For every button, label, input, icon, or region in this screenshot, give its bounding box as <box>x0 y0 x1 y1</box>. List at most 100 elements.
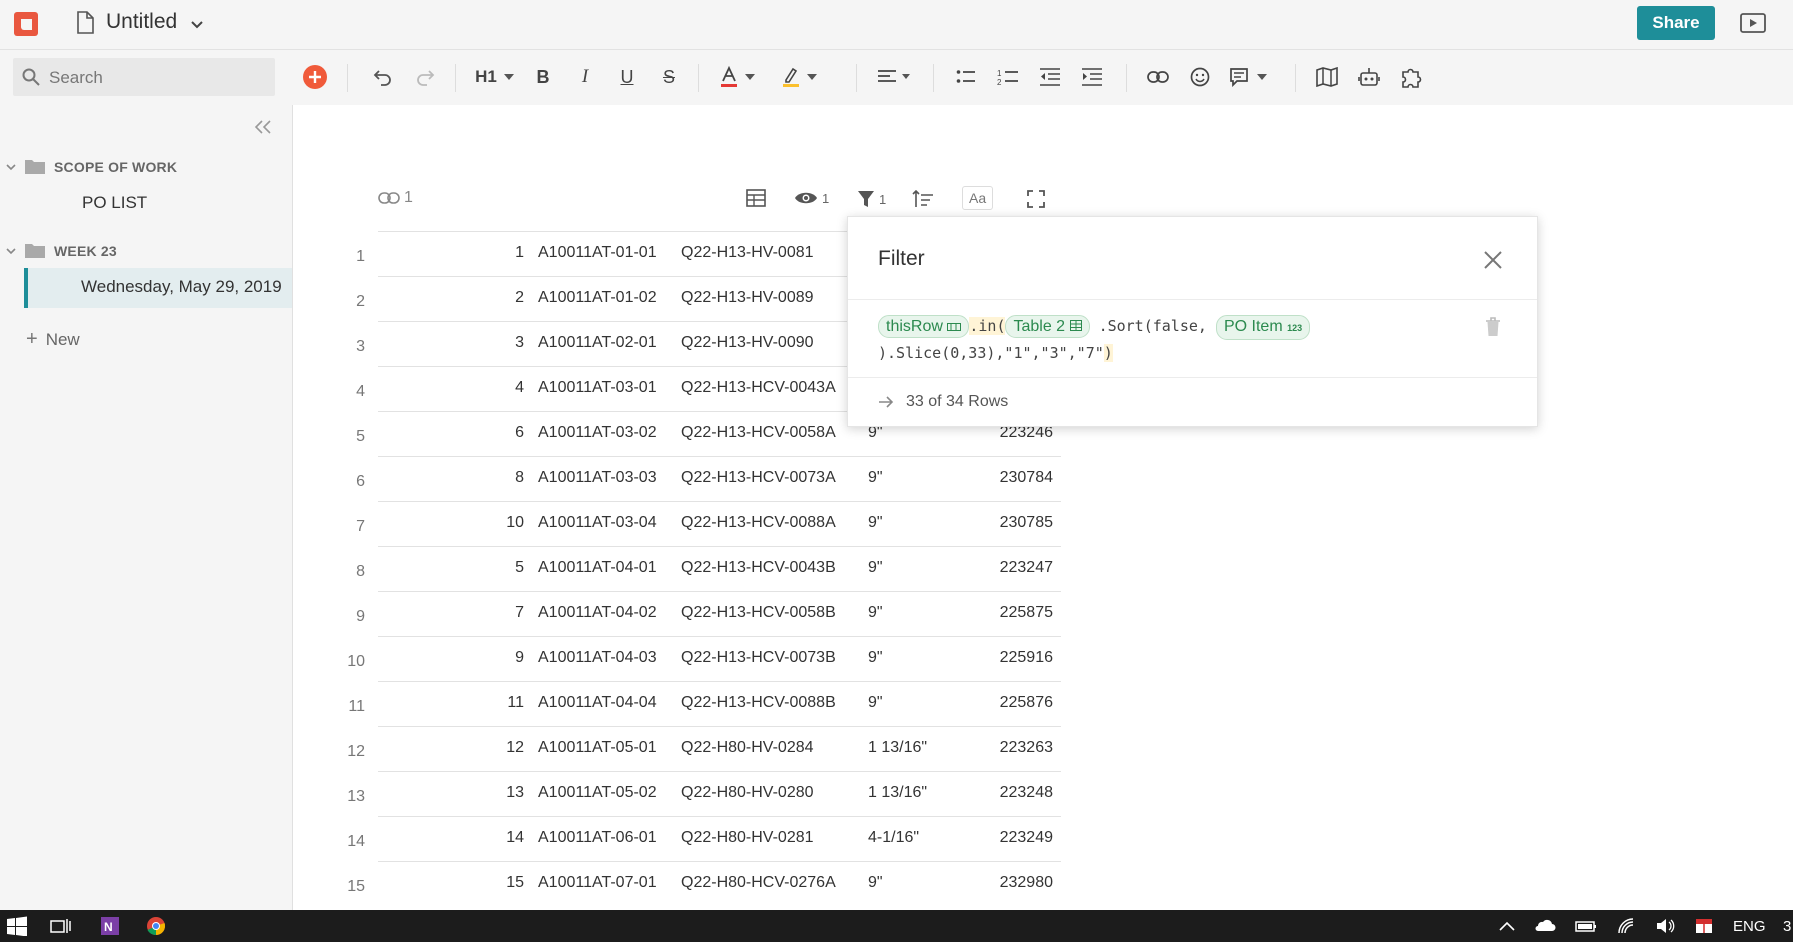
row-number[interactable]: 3 <box>335 338 365 356</box>
table-cell[interactable]: Q22-H80-HV-0280 <box>681 784 814 802</box>
doc-title[interactable]: Untitled <box>106 10 177 34</box>
table-cell[interactable]: 9" <box>868 559 883 577</box>
search-input[interactable] <box>47 62 271 94</box>
table-cell[interactable]: 223247 <box>1000 559 1053 577</box>
table-cell[interactable]: Q22-H13-HCV-0088A <box>681 514 836 532</box>
row-number[interactable]: 5 <box>335 428 365 446</box>
filter-formula[interactable]: thisRow .in(Table 2 .Sort(false, PO Item… <box>878 313 1468 367</box>
table-cell[interactable]: Q22-H80-HCV-0276A <box>681 874 836 892</box>
table-cell[interactable]: 15 <box>378 874 524 892</box>
search-box[interactable] <box>13 58 275 96</box>
table-cell[interactable]: 225876 <box>1000 694 1053 712</box>
row-number[interactable]: 4 <box>335 383 365 401</box>
table-cell[interactable]: 225875 <box>1000 604 1053 622</box>
table-cell[interactable]: 11 <box>378 694 524 712</box>
notification-app-icon[interactable] <box>1693 916 1715 936</box>
formula-chip-po-item[interactable]: PO Item 123 <box>1215 315 1311 340</box>
filter-control[interactable]: 1 <box>857 190 886 208</box>
hidden-columns-control[interactable]: 1 <box>794 190 829 206</box>
table-cell[interactable]: 225916 <box>1000 649 1053 667</box>
present-icon[interactable] <box>1740 13 1766 33</box>
table-cell[interactable]: Q22-H13-HV-0081 <box>681 244 814 262</box>
italic-icon[interactable]: I <box>572 64 598 90</box>
wifi-icon[interactable] <box>1616 916 1638 936</box>
table-cell[interactable]: 8 <box>378 469 524 487</box>
table-cell[interactable]: A10011AT-07-01 <box>538 874 657 892</box>
table-row[interactable]: 5 A10011AT-04-01 Q22-H13-HCV-0043B 9" 223247 <box>378 546 1061 592</box>
table-cell[interactable]: 9" <box>868 469 883 487</box>
table-row[interactable]: 9 A10011AT-04-03 Q22-H13-HCV-0073B 9" 225916 <box>378 636 1061 682</box>
table-cell[interactable]: 232980 <box>1000 874 1053 892</box>
row-number[interactable]: 10 <box>335 653 365 671</box>
bullet-list-icon[interactable] <box>953 64 979 90</box>
table-cell[interactable]: A10011AT-03-03 <box>538 469 657 487</box>
new-page-button[interactable]: + New <box>26 328 80 351</box>
table-view-icon[interactable] <box>746 189 766 207</box>
table-row[interactable]: 7 A10011AT-04-02 Q22-H13-HCV-0058B 9" 225875 <box>378 591 1061 637</box>
table-cell[interactable]: 12 <box>378 739 524 757</box>
volume-icon[interactable] <box>1655 916 1677 936</box>
heading-icon[interactable]: H1 <box>472 64 500 90</box>
table-cell[interactable]: A10011AT-04-03 <box>538 649 657 667</box>
table-cell[interactable]: A10011AT-05-01 <box>538 739 657 757</box>
table-cell[interactable]: 230784 <box>1000 469 1053 487</box>
table-cell[interactable]: A10011AT-01-01 <box>538 244 657 262</box>
formula-chip-table[interactable]: Table 2 <box>1005 315 1090 338</box>
table-cell[interactable]: Q22-H13-HCV-0073A <box>681 469 836 487</box>
indent-icon[interactable] <box>1079 64 1105 90</box>
table-cell[interactable]: A10011AT-03-02 <box>538 424 657 442</box>
coda-logo-icon[interactable] <box>14 12 38 36</box>
table-cell[interactable]: 6 <box>378 424 524 442</box>
chevron-down-icon[interactable] <box>1255 64 1269 90</box>
fullscreen-icon[interactable] <box>1027 190 1045 208</box>
table-cell[interactable]: 230785 <box>1000 514 1053 532</box>
share-button[interactable]: Share <box>1637 6 1715 40</box>
row-number[interactable]: 1 <box>335 248 365 266</box>
table-cell[interactable]: Q22-H13-HCV-0043B <box>681 559 836 577</box>
row-number[interactable]: 15 <box>335 878 365 896</box>
linked-count[interactable]: 1 <box>378 189 413 207</box>
chrome-icon[interactable] <box>145 916 167 936</box>
row-number[interactable]: 9 <box>335 608 365 626</box>
clock[interactable]: 3 <box>1783 918 1791 935</box>
underline-icon[interactable]: U <box>614 64 640 90</box>
table-cell[interactable]: 223248 <box>1000 784 1053 802</box>
strikethrough-icon[interactable]: S <box>656 64 682 90</box>
trash-icon[interactable] <box>1485 317 1501 337</box>
table-cell[interactable]: 13 <box>378 784 524 802</box>
puzzle-icon[interactable] <box>1398 64 1424 90</box>
chevron-up-icon[interactable] <box>1496 916 1518 936</box>
task-view-icon[interactable] <box>50 916 72 936</box>
table-row[interactable]: 14 A10011AT-06-01 Q22-H80-HV-0281 4-1/16" 22… <box>378 816 1061 862</box>
table-cell[interactable]: 223249 <box>1000 829 1053 847</box>
link-icon[interactable] <box>1145 64 1171 90</box>
table-cell[interactable]: 4 <box>378 379 524 397</box>
align-icon[interactable] <box>875 64 915 90</box>
table-cell[interactable]: A10011AT-03-04 <box>538 514 657 532</box>
sidebar-item-po-list[interactable]: PO LIST <box>82 193 147 213</box>
table-cell[interactable]: 3 <box>378 334 524 352</box>
table-cell[interactable]: 2 <box>378 289 524 307</box>
table-cell[interactable]: 1 13/16" <box>868 784 927 802</box>
table-cell[interactable]: A10011AT-05-02 <box>538 784 657 802</box>
table-cell[interactable]: A10011AT-04-04 <box>538 694 657 712</box>
formula-chip-this-row[interactable]: thisRow <box>878 315 970 338</box>
table-cell[interactable]: 7 <box>378 604 524 622</box>
redo-icon[interactable] <box>412 64 438 90</box>
table-cell[interactable]: 9" <box>868 874 883 892</box>
sort-icon[interactable] <box>912 190 934 208</box>
row-number[interactable]: 14 <box>335 833 365 851</box>
highlight-icon[interactable] <box>778 64 804 90</box>
table-cell[interactable]: 14 <box>378 829 524 847</box>
close-icon[interactable] <box>1483 250 1503 270</box>
undo-icon[interactable] <box>370 64 396 90</box>
table-row[interactable]: 13 A10011AT-05-02 Q22-H80-HV-0280 1 13/16" 2… <box>378 771 1061 817</box>
table-cell[interactable]: A10011AT-06-01 <box>538 829 657 847</box>
table-row[interactable]: 12 A10011AT-05-01 Q22-H80-HV-0284 1 13/16" 2… <box>378 726 1061 772</box>
language-indicator[interactable]: ENG <box>1733 918 1766 935</box>
robot-icon[interactable] <box>1356 64 1382 90</box>
add-icon[interactable] <box>302 64 328 90</box>
table-cell[interactable]: 5 <box>378 559 524 577</box>
emoji-icon[interactable] <box>1187 64 1213 90</box>
chevron-down-icon[interactable] <box>805 64 819 90</box>
